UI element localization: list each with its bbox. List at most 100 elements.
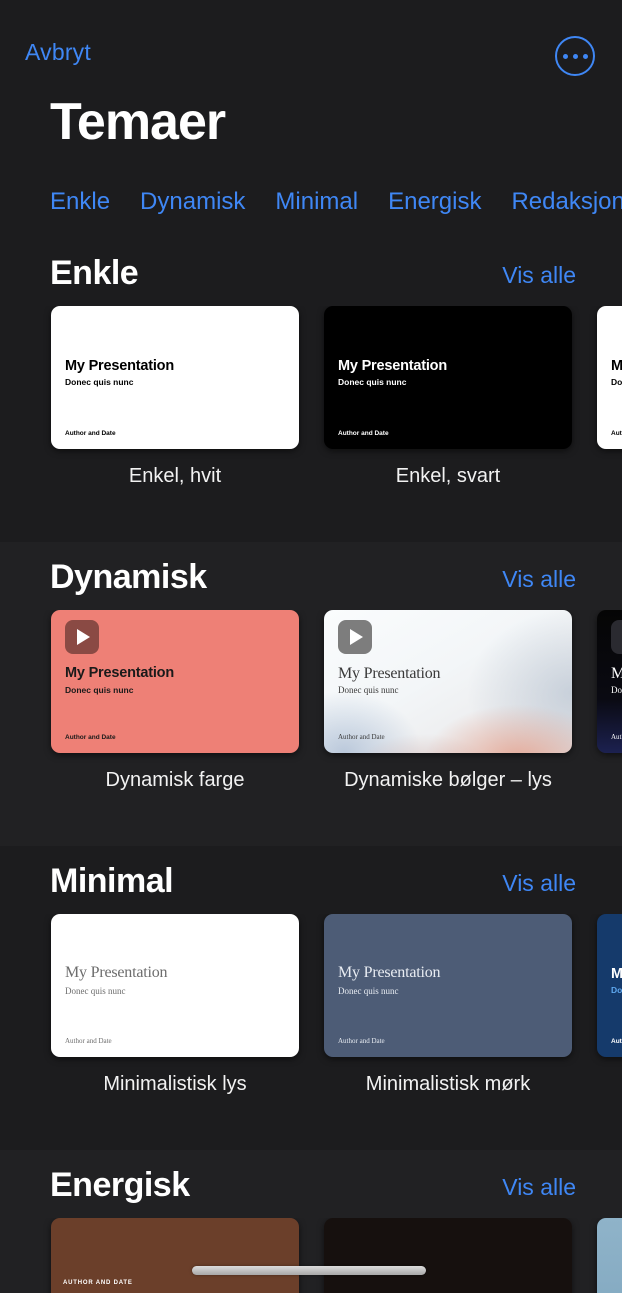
tab-minimal[interactable]: Minimal	[275, 188, 358, 216]
theme-row-minimal[interactable]: My Presentation Donec quis nunc Author a…	[0, 914, 622, 1124]
theme-card-energisk-1[interactable]: AUTHOR AND DATE MY PRESENTATION	[51, 1218, 299, 1293]
theme-thumbnail[interactable]: My Presentation Donec quis nunc Author a…	[597, 610, 622, 753]
slide-subtitle: Donec quis nunc	[65, 377, 134, 387]
slide-subtitle: Donec quis nunc	[611, 377, 622, 387]
page-title: Temaer	[50, 93, 226, 151]
dot-3	[582, 53, 588, 59]
slide-subtitle: Donec quis nunc	[338, 685, 399, 695]
theme-card-minimalistisk-lys[interactable]: My Presentation Donec quis nunc Author a…	[51, 914, 299, 1124]
slide-preview: My Presentation Donec quis nunc Author a…	[324, 306, 572, 449]
slide-preview: My Presentation Donec quis nunc Author a…	[597, 610, 622, 753]
slide-footer: Author and Date	[338, 1037, 385, 1045]
theme-label: Dynamisk farge	[105, 769, 245, 791]
theme-card-enkel-svart[interactable]: My Presentation Donec quis nunc Author a…	[324, 306, 572, 516]
section-header: Enkle Vis alle	[0, 238, 622, 306]
slide-subtitle: Donec quis nunc	[338, 986, 399, 996]
dot-1	[562, 53, 568, 59]
theme-card-partial[interactable]: My Presentation Donec quis nunc Author a…	[597, 306, 622, 516]
theme-label: Dynamiske bølger – lys	[344, 769, 552, 791]
slide-photo-badge: AUTHOR AND DATE	[63, 1280, 133, 1286]
slide-title: My Presentation	[65, 665, 174, 681]
theme-card-enkel-hvit[interactable]: My Presentation Donec quis nunc Author a…	[51, 306, 299, 516]
section-header: Dynamisk Vis alle	[0, 542, 622, 610]
section-header: Minimal Vis alle	[0, 846, 622, 914]
section-header: Energisk Vis alle	[0, 1150, 622, 1218]
theme-card-partial[interactable]	[597, 1218, 622, 1293]
tab-redaksjonell[interactable]: Redaksjone	[511, 188, 622, 216]
slide-title: My Presentation	[338, 665, 441, 682]
play-icon	[65, 620, 99, 654]
theme-card-energisk-2[interactable]	[324, 1218, 572, 1293]
theme-thumbnail[interactable]: My Presentation Donec quis nunc Author a…	[51, 914, 299, 1057]
slide-title: My Presentation	[611, 358, 622, 374]
tab-enkle[interactable]: Enkle	[50, 188, 110, 216]
play-icon	[611, 620, 622, 654]
theme-thumbnail[interactable]: My Presentation Donec quis nunc Author a…	[51, 306, 299, 449]
theme-card-minimalistisk-mork[interactable]: My Presentation Donec quis nunc Author a…	[324, 914, 572, 1124]
slide-preview: My Presentation Donec quis nunc Author a…	[51, 306, 299, 449]
tab-dynamisk[interactable]: Dynamisk	[140, 188, 245, 216]
slide-footer: Author and Date	[338, 430, 389, 437]
theme-thumbnail[interactable]: My Presentation Donec quis nunc Author a…	[597, 914, 622, 1057]
see-all-button-minimal[interactable]: Vis alle	[502, 870, 576, 897]
theme-row-dynamisk[interactable]: My Presentation Donec quis nunc Author a…	[0, 610, 622, 820]
slide-subtitle: Donec quis nunc	[65, 986, 126, 996]
theme-row-enkle[interactable]: My Presentation Donec quis nunc Author a…	[0, 306, 622, 516]
theme-thumbnail[interactable]: My Presentation Donec quis nunc Author a…	[51, 610, 299, 753]
navigation-bar: Avbryt	[0, 0, 622, 92]
theme-card-dynamiske-bolger-lys[interactable]: My Presentation Donec quis nunc Author a…	[324, 610, 572, 820]
slide-footer: Author and Date	[338, 733, 385, 741]
theme-thumbnail[interactable]: My Presentation Donec quis nunc Author a…	[597, 306, 622, 449]
theme-thumbnail[interactable]	[597, 1218, 622, 1293]
theme-label: Minimalistisk mørk	[365, 1073, 531, 1095]
theme-card-partial[interactable]: My Presentation Donec quis nunc Author a…	[597, 914, 622, 1124]
theme-thumbnail[interactable]: My Presentation Donec quis nunc Author a…	[324, 306, 572, 449]
slide-preview: My Presentation Donec quis nunc Author a…	[324, 610, 572, 753]
section-title: Energisk	[50, 1166, 190, 1204]
section-title: Enkle	[50, 254, 139, 292]
slide-footer: Author and Date	[65, 430, 116, 437]
see-all-button-energisk[interactable]: Vis alle	[502, 1174, 576, 1201]
theme-thumbnail[interactable]: AUTHOR AND DATE MY PRESENTATION	[51, 1218, 299, 1293]
cancel-button[interactable]: Avbryt	[25, 39, 91, 66]
section-dynamisk: Dynamisk Vis alle My Presentation Donec …	[0, 542, 622, 846]
slide-preview: My Presentation Donec quis nunc Author a…	[324, 914, 572, 1057]
slide-preview: My Presentation Donec quis nunc Author a…	[51, 610, 299, 753]
slide-title: My Presentation	[611, 665, 622, 682]
see-all-button-dynamisk[interactable]: Vis alle	[502, 566, 576, 593]
theme-card-partial[interactable]: My Presentation Donec quis nunc Author a…	[597, 610, 622, 820]
see-all-button-enkle[interactable]: Vis alle	[502, 262, 576, 289]
theme-card-dynamisk-farge[interactable]: My Presentation Donec quis nunc Author a…	[51, 610, 299, 820]
slide-footer: Author and Date	[65, 734, 116, 741]
tab-energisk[interactable]: Energisk	[388, 188, 481, 216]
slide-footer: Author and Date	[611, 733, 622, 741]
theme-label: Enkel, hvit	[128, 465, 222, 487]
play-icon	[338, 620, 372, 654]
theme-chooser-screen: Avbryt Temaer Enkle Dynamisk Minimal Ene…	[0, 0, 622, 1293]
theme-label: Minimalistisk lys	[103, 1073, 247, 1095]
theme-thumbnail[interactable]: My Presentation Donec quis nunc Author a…	[324, 610, 572, 753]
horizontal-scrollbar[interactable]	[192, 1266, 426, 1275]
section-title: Minimal	[50, 862, 174, 900]
slide-subtitle: Donec quis nunc	[611, 985, 622, 995]
slide-footer: Author and Date	[611, 1038, 622, 1045]
more-circle-icon[interactable]	[555, 36, 595, 76]
theme-thumbnail[interactable]: My Presentation Donec quis nunc Author a…	[324, 914, 572, 1057]
theme-thumbnail[interactable]	[324, 1218, 572, 1293]
theme-row-energisk[interactable]: AUTHOR AND DATE MY PRESENTATION	[0, 1218, 622, 1293]
slide-footer: Author and Date	[611, 430, 622, 437]
dot-2	[572, 53, 578, 59]
slide-subtitle: Donec quis nunc	[338, 377, 407, 387]
slide-preview: My Presentation Donec quis nunc Author a…	[51, 914, 299, 1057]
section-title: Dynamisk	[50, 558, 207, 596]
slide-footer: Author and Date	[65, 1037, 112, 1045]
theme-label: Enkel, svart	[395, 465, 501, 487]
slide-title: My Presentation	[65, 964, 168, 981]
theme-sections: Enkle Vis alle My Presentation Donec qui…	[0, 238, 622, 1293]
section-minimal: Minimal Vis alle My Presentation Donec q…	[0, 846, 622, 1150]
slide-preview: My Presentation Donec quis nunc Author a…	[597, 914, 622, 1057]
section-enkle: Enkle Vis alle My Presentation Donec qui…	[0, 238, 622, 542]
slide-title: My Presentation	[611, 966, 622, 982]
slide-title: My Presentation	[65, 358, 174, 374]
category-tabs[interactable]: Enkle Dynamisk Minimal Energisk Redaksjo…	[0, 182, 622, 222]
